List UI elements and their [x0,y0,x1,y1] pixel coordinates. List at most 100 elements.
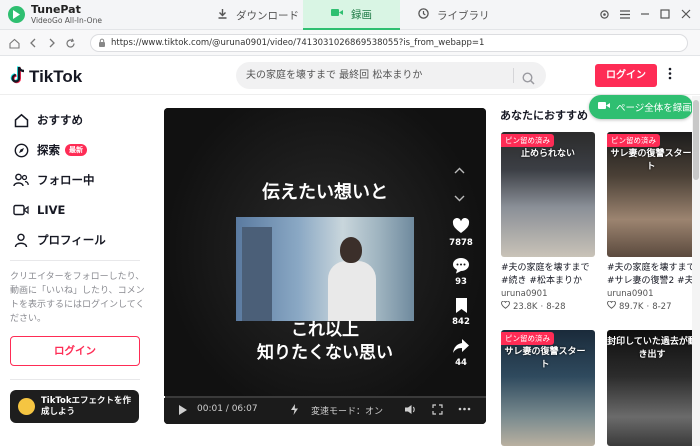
share-button[interactable]: 44 [445,338,477,368]
url-text: https://www.tiktok.com/@uruna0901/video/… [111,38,485,48]
tiktok-logo-text: TikTok [29,67,83,86]
chevron-down-icon[interactable] [454,192,465,205]
chevron-up-icon[interactable] [454,164,465,177]
sidebar-item-explore[interactable]: 探索 最新 [12,140,87,160]
home-icon[interactable] [7,36,21,50]
tab-library[interactable]: ライブラリ [418,0,498,30]
download-icon [217,8,228,22]
record-page-button[interactable]: ページ全体を録画 [589,95,693,119]
close-icon[interactable] [679,7,693,21]
progress-bar[interactable] [164,396,486,398]
card-description[interactable]: #夫の家庭を壊すまで #続き #松本まりか [501,262,595,288]
video-thumbnail[interactable]: ピン留め済み サレ妻の復讐スタート [501,330,595,446]
sidebar-item-label: LIVE [37,203,66,217]
video-caption-top: 伝えたい想いと [262,182,388,203]
scrollbar-thumb[interactable] [693,100,699,180]
tab-record-label: 録画 [351,8,372,21]
card-likes: 89.7K [619,301,644,312]
video-thumbnail[interactable]: ピン留め済み 止められない [501,132,595,257]
sidebar: おすすめ 探索 最新 フォロー中 LIVE プロフィール クリエイターをフォロー… [0,96,155,446]
heart-icon [445,218,477,236]
speed-mode-icon[interactable] [288,403,301,419]
video-card[interactable]: ピン留め済み 止められない #夫の家庭を壊すまで #続き #松本まりか urun… [501,132,595,312]
reload-icon[interactable] [63,36,77,50]
video-caption-line: 知りたくない思い [257,343,393,363]
card-author[interactable]: uruna0901 [501,289,595,299]
app-name: TunePat [31,3,81,16]
video-card[interactable]: ピン留め済み サレ妻の復讐スタート [501,330,595,446]
video-player[interactable]: 伝えたい想いと これ以上 知りたくない思い 7878 93 842 44 00:… [164,108,486,424]
person-icon [12,231,30,249]
player-controls: 00:01 / 06:07 変速モード：オン [164,396,486,424]
pinned-badge: ピン留め済み [501,332,554,345]
thumbnail-caption: 封印していた過去が動き出す [607,337,697,360]
sidebar-divider [10,260,140,261]
speed-mode-label[interactable]: 変速モード：オン [311,404,383,417]
thumbnail-caption: 止められない [520,149,575,159]
save-button[interactable]: 842 [445,297,477,327]
new-badge: 最新 [65,144,87,156]
volume-icon[interactable] [404,404,417,418]
card-meta: 89.7K · 8-27 [607,300,700,312]
compass-icon [12,141,30,159]
tab-download[interactable]: ダウンロード [217,0,299,30]
save-count: 842 [452,317,470,327]
home-icon [12,111,30,129]
more-options-icon[interactable] [668,67,672,83]
heart-outline-icon [607,300,616,312]
menu-icon[interactable] [618,7,632,21]
effect-banner[interactable]: TikTokエフェクトを作成しよう [10,390,139,423]
comment-button[interactable]: 93 [445,257,477,287]
thumbnail-caption: サレ妻の復讐スタート [610,149,692,172]
record-page-label: ページ全体を録画 [616,103,692,114]
tiktok-logo[interactable]: TikTok [10,66,82,88]
minimize-icon[interactable] [638,7,652,21]
card-author[interactable]: uruna0901 [607,289,700,299]
sidebar-item-label: おすすめ [37,113,83,127]
video-card[interactable]: 封印していた過去が動き出す [607,330,700,446]
sidebar-item-label: フォロー中 [37,173,95,187]
video-caption-line: これ以上 [291,320,359,340]
forward-icon[interactable] [45,36,59,50]
sidebar-item-label: プロフィール [37,233,106,247]
video-thumbnail[interactable]: 封印していた過去が動き出す [607,330,700,446]
lock-icon [98,38,106,51]
tab-library-label: ライブラリ [437,9,490,22]
url-input[interactable]: https://www.tiktok.com/@uruna0901/video/… [90,34,688,52]
recommend-heading: あなたにおすすめ [500,109,588,122]
sidebar-item-foryou[interactable]: おすすめ [12,110,83,130]
video-camera-icon [331,8,343,20]
sidebar-item-live[interactable]: LIVE [12,200,65,220]
search-icon[interactable] [522,69,535,96]
play-icon[interactable] [178,404,188,419]
tiktok-header: TikTok 夫の家庭を壊すまで 最終回 松本まりか ログイン [0,57,700,95]
video-frame [236,217,414,321]
sidebar-item-following[interactable]: フォロー中 [12,170,95,190]
sidebar-login-button[interactable]: ログイン [10,336,140,366]
login-prompt-text: クリエイターをフォローしたり、動画に「いいね」したり、コメントを表示するにはログ… [10,272,145,324]
video-person-head [340,237,362,263]
share-icon [445,338,477,356]
maximize-icon[interactable] [658,7,672,21]
settings-icon[interactable] [597,7,611,21]
sidebar-item-label: 探索 [37,143,60,157]
video-card[interactable]: ピン留め済み サレ妻の復讐スタート #夫の家庭を壊すまで #サレ妻の復讐2 #夫… [607,132,700,312]
search-divider [513,68,514,83]
video-person-body [328,261,376,321]
live-icon [12,201,30,219]
sidebar-item-profile[interactable]: プロフィール [12,230,106,250]
pinned-badge: ピン留め済み [501,134,554,147]
fullscreen-icon[interactable] [432,404,443,418]
tab-record[interactable]: 録画 [303,0,400,30]
card-meta: 23.8K · 8-28 [501,300,595,312]
like-button[interactable]: 7878 [445,218,477,248]
video-thumbnail[interactable]: ピン留め済み サレ妻の復讐スタート [607,132,700,257]
search-input[interactable]: 夫の家庭を壊すまで 最終回 松本まりか [236,62,546,89]
card-description[interactable]: #夫の家庭を壊すまで #サレ妻の復讐2 #夫 [607,262,700,288]
progress-fill [164,396,165,398]
login-button[interactable]: ログイン [595,64,657,87]
more-horizontal-icon[interactable] [458,404,471,414]
thumbnail-caption: サレ妻の復讐スタート [504,347,586,370]
back-icon[interactable] [26,36,40,50]
time-display: 00:01 / 06:07 [197,404,258,414]
